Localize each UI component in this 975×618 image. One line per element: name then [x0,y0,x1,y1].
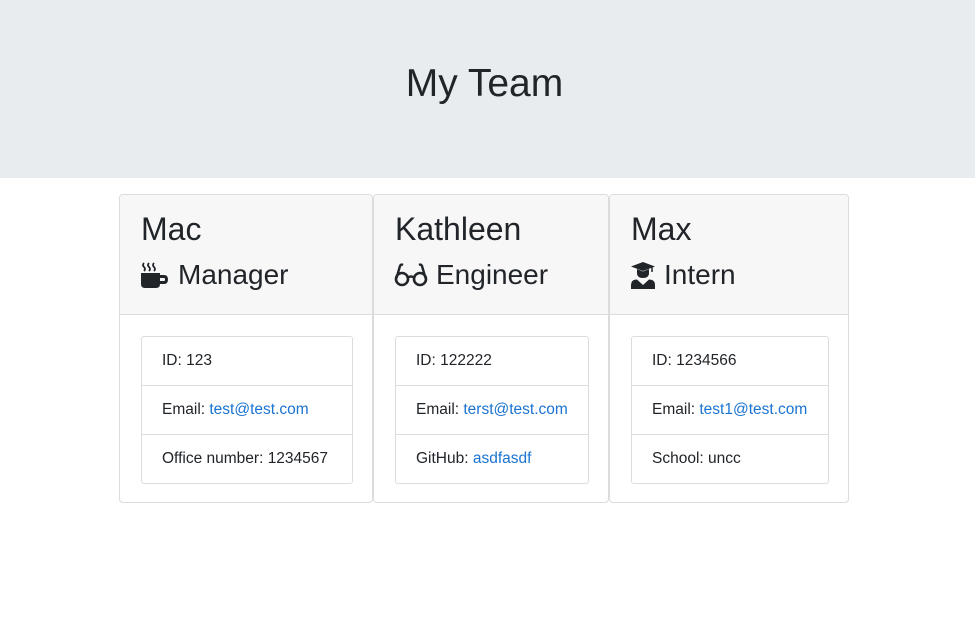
email-link[interactable]: test@test.com [209,401,308,418]
card-header: Kathleen Engineer [374,195,608,315]
info-office-number: Office number: 1234567 [162,450,329,467]
glasses-icon [394,263,428,287]
employee-card-manager: Mac Manager ID: 123 Email: test@test.com… [119,194,373,503]
page-header: My Team [0,0,975,178]
employee-card-engineer: Kathleen Engineer ID: 122222 Email: ters… [373,194,609,503]
github-link[interactable]: asdfasdf [473,450,532,467]
info-id: ID: 122222 [396,337,588,386]
employee-role: Engineer [394,257,548,293]
info-school: School: uncc [652,450,741,467]
info-list: ID: 123 Email: test@test.com Office numb… [141,336,353,484]
employee-name: Mac [141,211,202,247]
employee-card-intern: Max Intern ID: 1234566 Email: test1@test… [609,194,849,503]
role-label: Manager [178,259,289,290]
email-link[interactable]: test1@test.com [699,401,807,418]
info-list: ID: 1234566 Email: test1@test.com School… [631,336,829,484]
info-github: GitHub: asdfasdf [416,450,532,467]
info-email: Email: terst@test.com [396,386,588,435]
employee-name: Kathleen [395,211,522,247]
info-id: ID: 123 [142,337,352,386]
employee-role: Manager [140,257,289,293]
role-label: Engineer [436,259,549,290]
card-header: Mac Manager [120,195,372,315]
card-header: Max Intern [610,195,848,315]
info-id: ID: 1234566 [632,337,828,386]
email-link[interactable]: terst@test.com [463,401,567,418]
employee-role: Intern [630,257,736,293]
employee-name: Max [631,211,692,247]
info-email: Email: test1@test.com [632,386,828,435]
info-list: ID: 122222 Email: terst@test.com GitHub:… [395,336,589,484]
page-title: My Team [405,62,564,105]
coffee-mug-icon [140,261,170,289]
graduate-icon [630,261,656,289]
role-label: Intern [664,259,736,290]
info-email: Email: test@test.com [142,386,352,435]
